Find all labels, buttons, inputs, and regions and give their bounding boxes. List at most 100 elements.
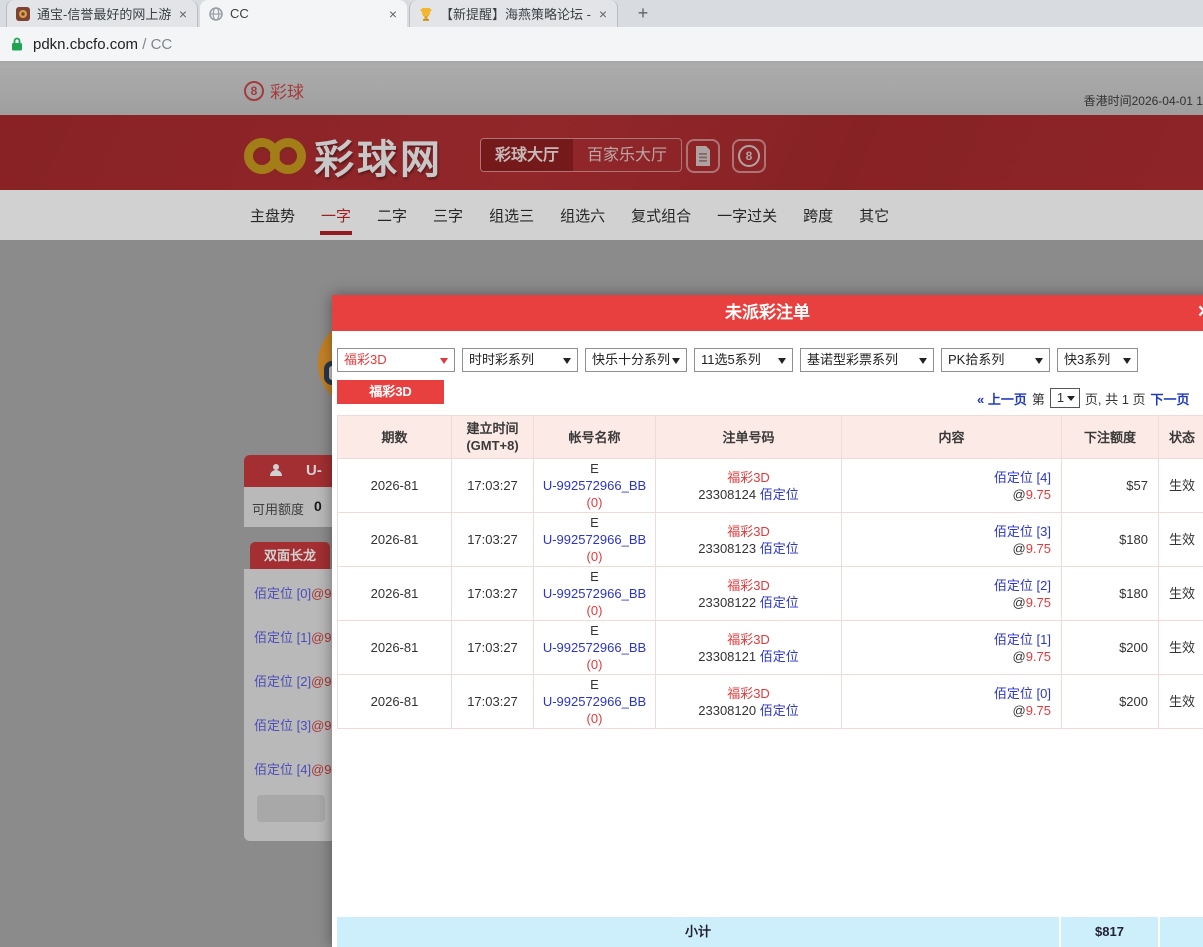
table-row: 2026-81 17:03:27 EU-992572966_BB(0) 福彩3D… <box>338 621 1203 675</box>
cell-account: EU-992572966_BB(0) <box>534 675 656 729</box>
browser-tab-1[interactable]: 通宝-信誉最好的网上游戏平 × <box>6 0 198 27</box>
cell-account: EU-992572966_BB(0) <box>534 567 656 621</box>
filter-shishicai[interactable]: 时时彩系列 <box>462 348 578 372</box>
browser-tab-2[interactable]: CC × <box>200 0 407 27</box>
content-link[interactable]: 佰定位 [1] <box>994 632 1051 647</box>
cell-ticket: 福彩3D23308120 佰定位 <box>656 675 842 729</box>
subtotal-value: $817 <box>1061 917 1158 947</box>
url-text: pdkn.cbcfo.com / CC <box>33 36 172 53</box>
account-link[interactable]: U-992572966_BB <box>543 694 646 709</box>
subtotal-spacer <box>1160 917 1203 947</box>
pagination: « 上一页 第 1 页, 共 1 页 下一页 <box>977 388 1190 408</box>
ticket-type-link[interactable]: 佰定位 <box>760 703 799 718</box>
filter-kuaileshifen[interactable]: 快乐十分系列 <box>585 348 687 372</box>
cell-content: 佰定位 [0]@9.75 <box>842 675 1062 729</box>
content-link[interactable]: 佰定位 [4] <box>994 470 1051 485</box>
account-link[interactable]: U-992572966_BB <box>543 640 646 655</box>
cell-content: 佰定位 [4]@9.75 <box>842 459 1062 513</box>
url-host: pdkn.cbcfo.com <box>33 36 138 53</box>
cell-created: 17:03:27 <box>452 459 534 513</box>
content-link[interactable]: 佰定位 [0] <box>994 686 1051 701</box>
tab-title: 【新提醒】海燕策略论坛 - 海 <box>440 4 591 23</box>
filter-pk10[interactable]: PK拾系列 <box>941 348 1050 372</box>
filter-keno[interactable]: 基诺型彩票系列 <box>800 348 934 372</box>
series-filters: 福彩3D 时时彩系列 快乐十分系列 11选5系列 基诺型彩票系列 PK拾系列 快… <box>337 348 1138 372</box>
cell-content: 佰定位 [2]@9.75 <box>842 567 1062 621</box>
active-game-button[interactable]: 福彩3D <box>337 380 444 404</box>
col-content: 内容 <box>842 416 1062 459</box>
globe-icon <box>208 6 224 22</box>
account-link[interactable]: U-992572966_BB <box>543 478 646 493</box>
table-header-row: 期数 建立时间 (GMT+8) 帐号名称 注单号码 内容 下注额度 状态 <box>338 416 1203 459</box>
tab-close-icon[interactable]: × <box>177 6 189 22</box>
browser-tab-3[interactable]: 【新提醒】海燕策略论坛 - 海 × <box>409 0 618 27</box>
cell-content: 佰定位 [3]@9.75 <box>842 513 1062 567</box>
content-link[interactable]: 佰定位 [2] <box>994 578 1051 593</box>
cell-amount: $57 <box>1062 459 1159 513</box>
cell-ticket: 福彩3D23308121 佰定位 <box>656 621 842 675</box>
tab-close-icon[interactable]: × <box>387 6 399 22</box>
table-row: 2026-81 17:03:27 EU-992572966_BB(0) 福彩3D… <box>338 459 1203 513</box>
account-link[interactable]: U-992572966_BB <box>543 532 646 547</box>
col-ticket: 注单号码 <box>656 416 842 459</box>
cell-created: 17:03:27 <box>452 513 534 567</box>
bets-table: 期数 建立时间 (GMT+8) 帐号名称 注单号码 内容 下注额度 状态 202… <box>337 415 1203 729</box>
col-created: 建立时间 (GMT+8) <box>452 416 534 459</box>
cell-ticket: 福彩3D23308122 佰定位 <box>656 567 842 621</box>
ticket-type-link[interactable]: 佰定位 <box>760 649 799 664</box>
page-select[interactable]: 1 <box>1050 388 1080 408</box>
cell-amount: $200 <box>1062 675 1159 729</box>
tongbao-icon <box>15 6 31 22</box>
filter-kuai3[interactable]: 快3系列 <box>1057 348 1138 372</box>
filter-fucai3d[interactable]: 福彩3D <box>337 348 455 372</box>
col-status: 状态 <box>1159 416 1203 459</box>
cell-period: 2026-81 <box>338 621 452 675</box>
cell-status: 生效 <box>1159 459 1203 513</box>
content-link[interactable]: 佰定位 [3] <box>994 524 1051 539</box>
new-tab-button[interactable]: + <box>630 2 656 25</box>
cell-status: 生效 <box>1159 567 1203 621</box>
col-account: 帐号名称 <box>534 416 656 459</box>
cell-period: 2026-81 <box>338 513 452 567</box>
prev-page-link[interactable]: « 上一页 <box>977 389 1027 408</box>
modal-title: 未派彩注单 <box>332 295 1203 331</box>
cell-amount: $180 <box>1062 513 1159 567</box>
trophy-icon <box>418 6 434 22</box>
cell-amount: $180 <box>1062 567 1159 621</box>
cell-period: 2026-81 <box>338 459 452 513</box>
url-path: / CC <box>138 36 172 53</box>
ticket-type-link[interactable]: 佰定位 <box>760 541 799 556</box>
ticket-type-link[interactable]: 佰定位 <box>760 595 799 610</box>
cell-created: 17:03:27 <box>452 621 534 675</box>
subtotal-row: 小计 $817 <box>337 917 1203 947</box>
cell-content: 佰定位 [1]@9.75 <box>842 621 1062 675</box>
filter-11xuan5[interactable]: 11选5系列 <box>694 348 793 372</box>
subtotal-label: 小计 <box>337 917 1059 947</box>
tab-close-icon[interactable]: × <box>597 6 609 22</box>
cell-account: EU-992572966_BB(0) <box>534 459 656 513</box>
cell-amount: $200 <box>1062 621 1159 675</box>
col-amount: 下注额度 <box>1062 416 1159 459</box>
next-page-link[interactable]: 下一页 <box>1151 389 1190 408</box>
table-row: 2026-81 17:03:27 EU-992572966_BB(0) 福彩3D… <box>338 567 1203 621</box>
ticket-type-link[interactable]: 佰定位 <box>760 487 799 502</box>
account-link[interactable]: U-992572966_BB <box>543 586 646 601</box>
browser-tabstrip: 通宝-信誉最好的网上游戏平 × CC × 【新提醒】海燕策略论坛 - 海 × + <box>0 0 1203 27</box>
cell-period: 2026-81 <box>338 675 452 729</box>
screen: 通宝-信誉最好的网上游戏平 × CC × 【新提醒】海燕策略论坛 - 海 × +… <box>0 0 1203 947</box>
browser-urlbar[interactable]: pdkn.cbcfo.com / CC <box>0 27 1203 63</box>
cell-created: 17:03:27 <box>452 675 534 729</box>
tab-title: CC <box>230 6 381 21</box>
close-icon[interactable]: × <box>1198 300 1203 324</box>
cell-account: EU-992572966_BB(0) <box>534 513 656 567</box>
lock-icon <box>10 36 24 52</box>
modal-header: 未派彩注单 × <box>332 295 1203 331</box>
table-row: 2026-81 17:03:27 EU-992572966_BB(0) 福彩3D… <box>338 675 1203 729</box>
unsettled-bets-modal: 未派彩注单 × 福彩3D 时时彩系列 快乐十分系列 11选5系列 基诺型彩票系列… <box>332 295 1203 947</box>
cell-account: EU-992572966_BB(0) <box>534 621 656 675</box>
tab-title: 通宝-信誉最好的网上游戏平 <box>37 4 171 23</box>
cell-ticket: 福彩3D23308124 佰定位 <box>656 459 842 513</box>
table-row: 2026-81 17:03:27 EU-992572966_BB(0) 福彩3D… <box>338 513 1203 567</box>
cell-period: 2026-81 <box>338 567 452 621</box>
cell-status: 生效 <box>1159 621 1203 675</box>
